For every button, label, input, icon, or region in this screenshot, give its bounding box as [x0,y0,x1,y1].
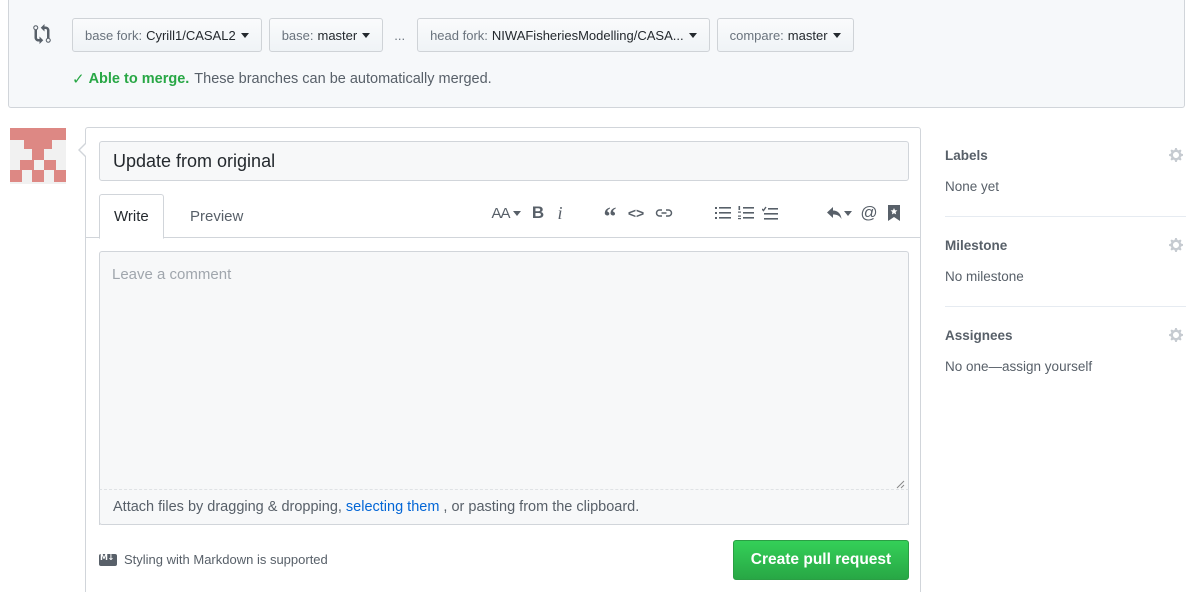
merge-status: ✓ Able to merge. These branches can be a… [72,70,492,88]
head-fork-select[interactable]: head fork: NIWAFisheriesModelling/CASA..… [417,18,710,52]
avatar-pixel [10,170,22,182]
caret-down-icon [832,32,841,38]
labels-heading: Labels [945,148,988,163]
avatar[interactable] [10,128,66,184]
attach-text-after: , or pasting from the clipboard. [443,499,640,515]
italic-icon: i [557,202,563,223]
create-pull-request-button[interactable]: Create pull request [733,540,909,580]
bold-button[interactable]: B [530,202,546,224]
sidebar-labels: Labels None yet [945,127,1186,217]
caret-down-icon [240,32,249,38]
unordered-list-icon [715,207,731,219]
pr-title-input[interactable] [99,141,909,181]
markdown-note[interactable]: M↓ Styling with Markdown is supported [99,552,328,567]
markdown-note-text: Styling with Markdown is supported [124,552,328,567]
avatar-pixel [54,170,66,182]
range-ellipsis: ... [394,27,406,43]
avatar-pixel [24,140,52,149]
unordered-list-button[interactable] [714,202,732,224]
code-button[interactable]: <> [627,202,645,224]
ordered-list-button[interactable] [737,202,755,224]
task-list-icon [762,206,778,220]
base-branch-select[interactable]: base: master [268,18,384,52]
mention-icon: @ [860,203,878,222]
gear-icon[interactable] [1169,327,1185,343]
compare-branch-value: master [787,27,828,43]
new-pull-request-form: Write Preview AA B i “ <> [78,127,921,592]
task-list-button[interactable] [761,202,779,224]
base-fork-label: base fork: [85,27,143,43]
assignees-heading: Assignees [945,328,1013,343]
merge-status-strong: Able to merge. [88,71,190,87]
link-icon [655,209,673,217]
saved-replies-button[interactable] [824,202,854,224]
resize-grip-icon[interactable] [895,479,905,489]
milestone-value: No milestone [945,269,1024,284]
assignees-value[interactable]: No one—assign yourself [945,359,1092,374]
discussion-sidebar: Labels None yet Milestone No milestone A… [945,127,1186,397]
bookmark-icon [888,205,900,221]
caret-down-icon [844,210,852,216]
sidebar-assignees: Assignees No one—assign yourself [945,307,1186,397]
reference-button[interactable] [887,202,901,224]
quote-button[interactable]: “ [601,202,619,230]
code-icon: <> [627,205,645,221]
base-fork-value: Cyrill1/CASAL2 [146,27,236,43]
compare-range-box: base fork: Cyrill1/CASAL2 base: master .… [8,0,1185,108]
gear-icon[interactable] [1169,147,1185,163]
markdown-icon: M↓ [99,552,117,566]
head-fork-value: NIWAFisheriesModelling/CASA... [491,27,684,43]
compare-branch-select[interactable]: compare: master [716,18,854,52]
select-files-link[interactable]: selecting them [346,499,440,515]
comment-textarea[interactable] [99,251,909,525]
ordered-list-icon [738,206,754,220]
labels-value: None yet [945,179,1000,194]
head-fork-label: head fork: [430,27,488,43]
gear-icon[interactable] [1169,237,1185,253]
italic-button[interactable]: i [553,202,567,224]
git-compare-icon [33,24,51,44]
avatar-pixel [32,149,44,160]
compare-selectors: base fork: Cyrill1/CASAL2 base: master .… [72,18,861,52]
link-button[interactable] [654,202,674,224]
header-text-button[interactable]: AA [488,202,524,224]
quote-icon: “ [603,202,617,231]
markdown-badge-text: M↓ [100,552,114,562]
attach-text-before: Attach files by dragging & dropping, [113,499,342,515]
avatar-pixel [32,170,44,182]
avatar-pixel [10,128,66,140]
compare-branch-label: compare: [729,27,784,43]
file-attach-bar[interactable]: Attach files by dragging & dropping, sel… [99,489,909,525]
avatar-pixel [20,160,34,170]
milestone-heading: Milestone [945,238,1008,253]
sidebar-milestone: Milestone No milestone [945,217,1186,307]
avatar-pixel [44,160,56,170]
caret-down-icon [688,32,697,38]
reply-icon [827,207,842,219]
header-icon: AA [491,204,510,222]
mention-button[interactable]: @ [860,202,878,224]
base-branch-value: master [317,27,358,43]
check-icon: ✓ [72,71,85,88]
merge-status-text: These branches can be automatically merg… [194,71,492,87]
bold-icon: B [531,203,545,222]
caret-down-icon [512,210,521,216]
base-fork-select[interactable]: base fork: Cyrill1/CASAL2 [72,18,262,52]
tab-preview[interactable]: Preview [176,194,257,238]
base-branch-label: base: [281,27,314,43]
caret-down-icon [362,32,371,38]
tab-write[interactable]: Write [99,194,164,239]
